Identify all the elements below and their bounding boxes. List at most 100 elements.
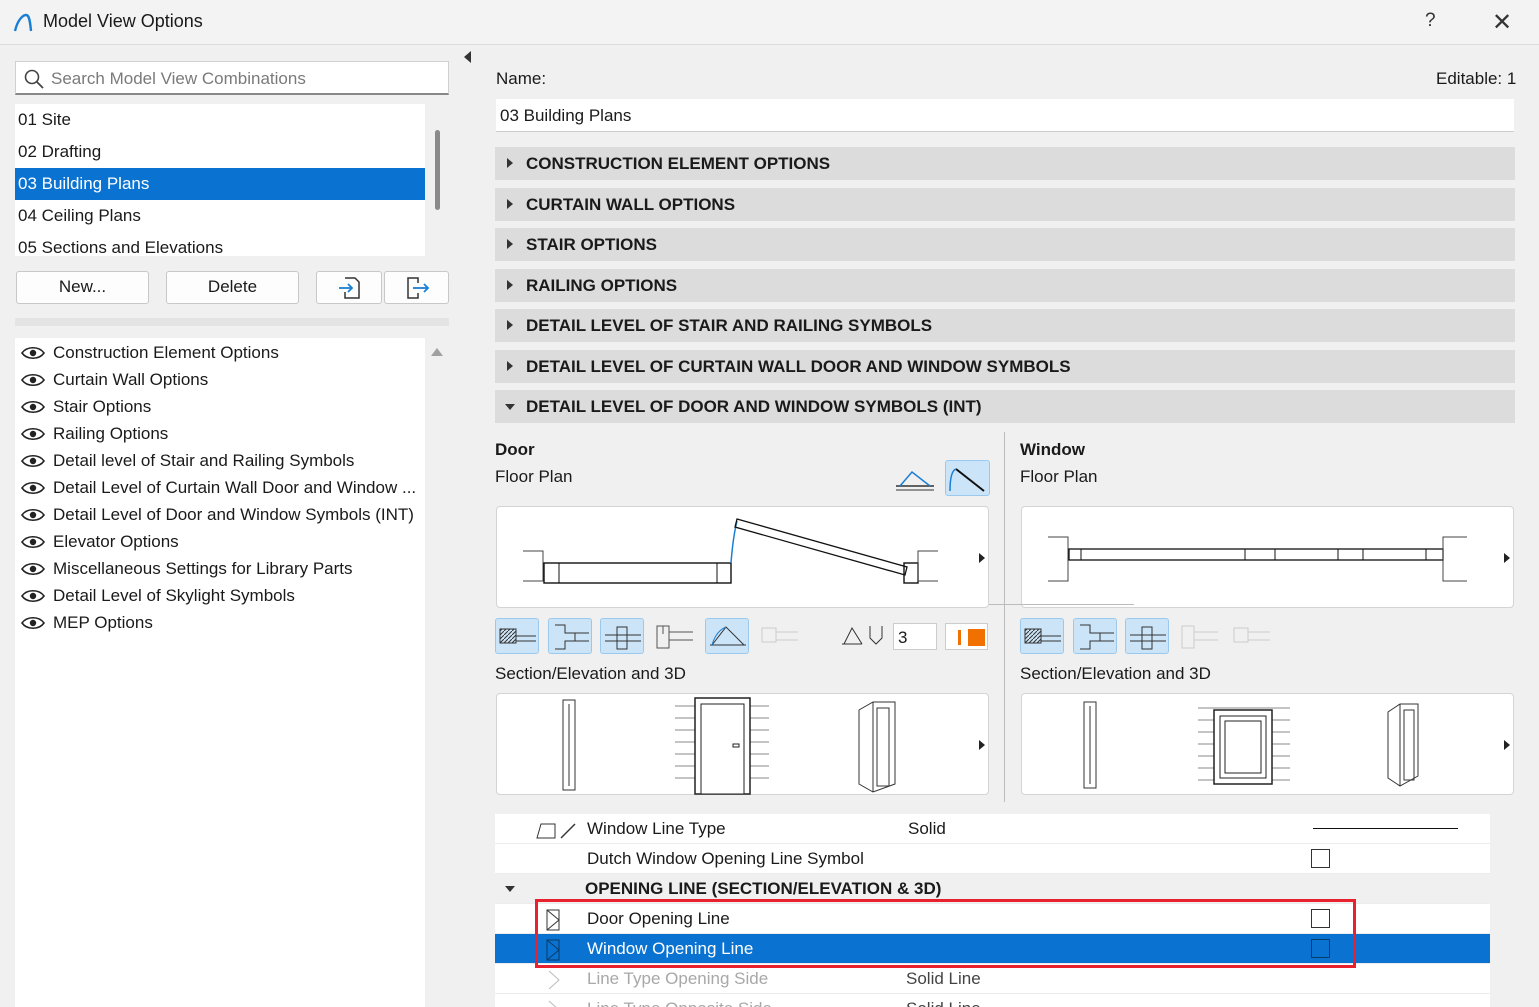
table-row-disabled: Line Type Opening Side Solid Line bbox=[495, 964, 1490, 994]
option-set-item[interactable]: Construction Element Options bbox=[15, 339, 279, 366]
option-set-label: Detail Level of Skylight Symbols bbox=[53, 586, 295, 605]
pen-color-selector[interactable] bbox=[945, 623, 988, 650]
option-set-label: Stair Options bbox=[53, 397, 152, 416]
expand-arrow-icon bbox=[507, 239, 513, 249]
export-button[interactable] bbox=[384, 271, 449, 304]
eye-icon[interactable] bbox=[21, 454, 45, 468]
option-set-item[interactable]: Stair Options bbox=[15, 393, 151, 420]
section-curtain-wall-options[interactable]: CURTAIN WALL OPTIONS bbox=[495, 188, 1515, 221]
row-label: Window Line Type bbox=[587, 819, 726, 838]
delete-button[interactable]: Delete bbox=[166, 271, 299, 304]
collapse-panel-icon[interactable] bbox=[464, 51, 471, 63]
door-reveal-icon bbox=[555, 624, 589, 650]
search-input[interactable]: Search Model View Combinations bbox=[15, 61, 449, 95]
door-sill-toggle[interactable] bbox=[653, 618, 697, 654]
search-icon bbox=[24, 69, 44, 89]
swing-value-input[interactable]: 3 bbox=[893, 623, 937, 650]
option-set-item[interactable]: Elevator Options bbox=[15, 528, 179, 555]
section-door-window-symbols-int[interactable]: DETAIL LEVEL OF DOOR AND WINDOW SYMBOLS … bbox=[495, 390, 1515, 423]
eye-icon[interactable] bbox=[21, 616, 45, 630]
row-label: Line Type Opposite Side bbox=[587, 994, 772, 1007]
window-frame-toggle[interactable] bbox=[1125, 618, 1169, 654]
dutch-window-checkbox[interactable] bbox=[1311, 849, 1330, 868]
combination-item[interactable]: 05 Sections and Elevations bbox=[15, 232, 425, 256]
combination-item-selected[interactable]: 03 Building Plans bbox=[15, 168, 425, 200]
expand-arrow-icon bbox=[507, 361, 513, 371]
import-icon bbox=[339, 277, 360, 299]
option-set-label: Detail Level of Door and Window Symbols … bbox=[53, 505, 414, 524]
disabled-sill-icon bbox=[1181, 625, 1218, 649]
section-label: DETAIL LEVEL OF DOOR AND WINDOW SYMBOLS … bbox=[526, 397, 982, 416]
table-row[interactable]: Dutch Window Opening Line Symbol bbox=[495, 844, 1490, 874]
collapse-arrow-icon bbox=[505, 404, 515, 410]
door-swing-arc-icon bbox=[949, 468, 985, 492]
door-symbol-option-1[interactable] bbox=[892, 460, 938, 496]
section-construction-element-options[interactable]: CONSTRUCTION ELEMENT OPTIONS bbox=[495, 147, 1515, 180]
help-button[interactable]: ? bbox=[1425, 10, 1436, 32]
window-wall-hatch-toggle[interactable] bbox=[1020, 618, 1064, 654]
eye-icon[interactable] bbox=[21, 562, 45, 576]
door-section-label: Section/Elevation and 3D bbox=[495, 664, 686, 683]
import-button[interactable] bbox=[316, 271, 382, 304]
option-set-label: Detail Level of Curtain Wall Door and Wi… bbox=[53, 478, 417, 497]
option-set-label: Railing Options bbox=[53, 424, 169, 443]
option-set-item[interactable]: Detail Level of Door and Window Symbols … bbox=[15, 501, 414, 528]
eye-icon[interactable] bbox=[21, 508, 45, 522]
highlight-box bbox=[535, 899, 1356, 968]
pen-bar-icon bbox=[958, 630, 961, 645]
window-floor-plan-preview bbox=[1021, 506, 1514, 608]
door-reveal-toggle[interactable] bbox=[548, 618, 592, 654]
option-set-label: Miscellaneous Settings for Library Parts bbox=[53, 559, 353, 578]
combination-item[interactable]: 04 Ceiling Plans bbox=[15, 200, 425, 232]
panel-divider bbox=[1004, 432, 1005, 802]
eye-icon[interactable] bbox=[21, 346, 45, 360]
window-disabled-toggle bbox=[1230, 618, 1274, 654]
eye-icon[interactable] bbox=[21, 400, 45, 414]
option-set-item[interactable]: Miscellaneous Settings for Library Parts bbox=[15, 555, 353, 582]
section-curtain-wall-door-window-symbols[interactable]: DETAIL LEVEL OF CURTAIN WALL DOOR AND WI… bbox=[495, 350, 1515, 383]
window-frame-icon bbox=[1130, 626, 1166, 650]
combination-item[interactable]: 02 Drafting bbox=[15, 136, 425, 168]
name-field[interactable]: 03 Building Plans bbox=[496, 99, 1514, 132]
section-label: CONSTRUCTION ELEMENT OPTIONS bbox=[526, 154, 831, 173]
combination-item[interactable]: 01 Site bbox=[15, 104, 425, 136]
door-wall-hatch-toggle[interactable] bbox=[495, 618, 539, 654]
row-value: Solid bbox=[908, 819, 946, 838]
door-swing-toggle[interactable] bbox=[705, 618, 749, 654]
editable-count: Editable: 1 bbox=[1436, 69, 1517, 88]
section-label: DETAIL LEVEL OF STAIR AND RAILING SYMBOL… bbox=[526, 316, 933, 335]
row-label: Dutch Window Opening Line Symbol bbox=[587, 849, 864, 868]
window-reveal-toggle[interactable] bbox=[1073, 618, 1117, 654]
section-stair-railing-symbols[interactable]: DETAIL LEVEL OF STAIR AND RAILING SYMBOL… bbox=[495, 309, 1515, 342]
scroll-up-icon[interactable] bbox=[431, 348, 443, 356]
splitter[interactable] bbox=[15, 318, 449, 326]
close-button[interactable]: ✕ bbox=[1492, 8, 1512, 37]
row-value: Solid Line bbox=[906, 994, 981, 1007]
door-frame-icon bbox=[605, 626, 641, 650]
eye-icon[interactable] bbox=[21, 427, 45, 441]
option-set-label: Construction Element Options bbox=[53, 343, 279, 362]
expand-arrow-icon bbox=[507, 280, 513, 290]
door-section-drawing bbox=[562, 697, 985, 795]
table-row-disabled: Line Type Opposite Side Solid Line bbox=[495, 994, 1490, 1007]
section-stair-options[interactable]: STAIR OPTIONS bbox=[495, 228, 1515, 261]
eye-icon[interactable] bbox=[21, 481, 45, 495]
door-symbol-option-2[interactable] bbox=[945, 460, 990, 496]
door-section-preview bbox=[496, 693, 989, 795]
section-railing-options[interactable]: RAILING OPTIONS bbox=[495, 269, 1515, 302]
new-button[interactable]: New... bbox=[16, 271, 149, 304]
eye-icon[interactable] bbox=[21, 589, 45, 603]
combination-scrollbar[interactable] bbox=[435, 130, 440, 210]
eye-icon[interactable] bbox=[21, 373, 45, 387]
door-frame-toggle[interactable] bbox=[600, 618, 644, 654]
option-set-item[interactable]: Detail Level of Skylight Symbols bbox=[15, 582, 295, 609]
eye-icon[interactable] bbox=[21, 535, 45, 549]
table-row[interactable]: Window Line Type Solid bbox=[495, 814, 1490, 844]
option-set-item[interactable]: Detail level of Stair and Railing Symbol… bbox=[15, 447, 354, 474]
option-set-item[interactable]: Detail Level of Curtain Wall Door and Wi… bbox=[15, 474, 416, 501]
option-set-item[interactable]: MEP Options bbox=[15, 609, 153, 636]
option-set-item[interactable]: Railing Options bbox=[15, 420, 168, 447]
option-set-item[interactable]: Curtain Wall Options bbox=[15, 366, 208, 393]
line-type-icon bbox=[536, 823, 576, 839]
swing-angle-control[interactable] bbox=[840, 622, 888, 652]
